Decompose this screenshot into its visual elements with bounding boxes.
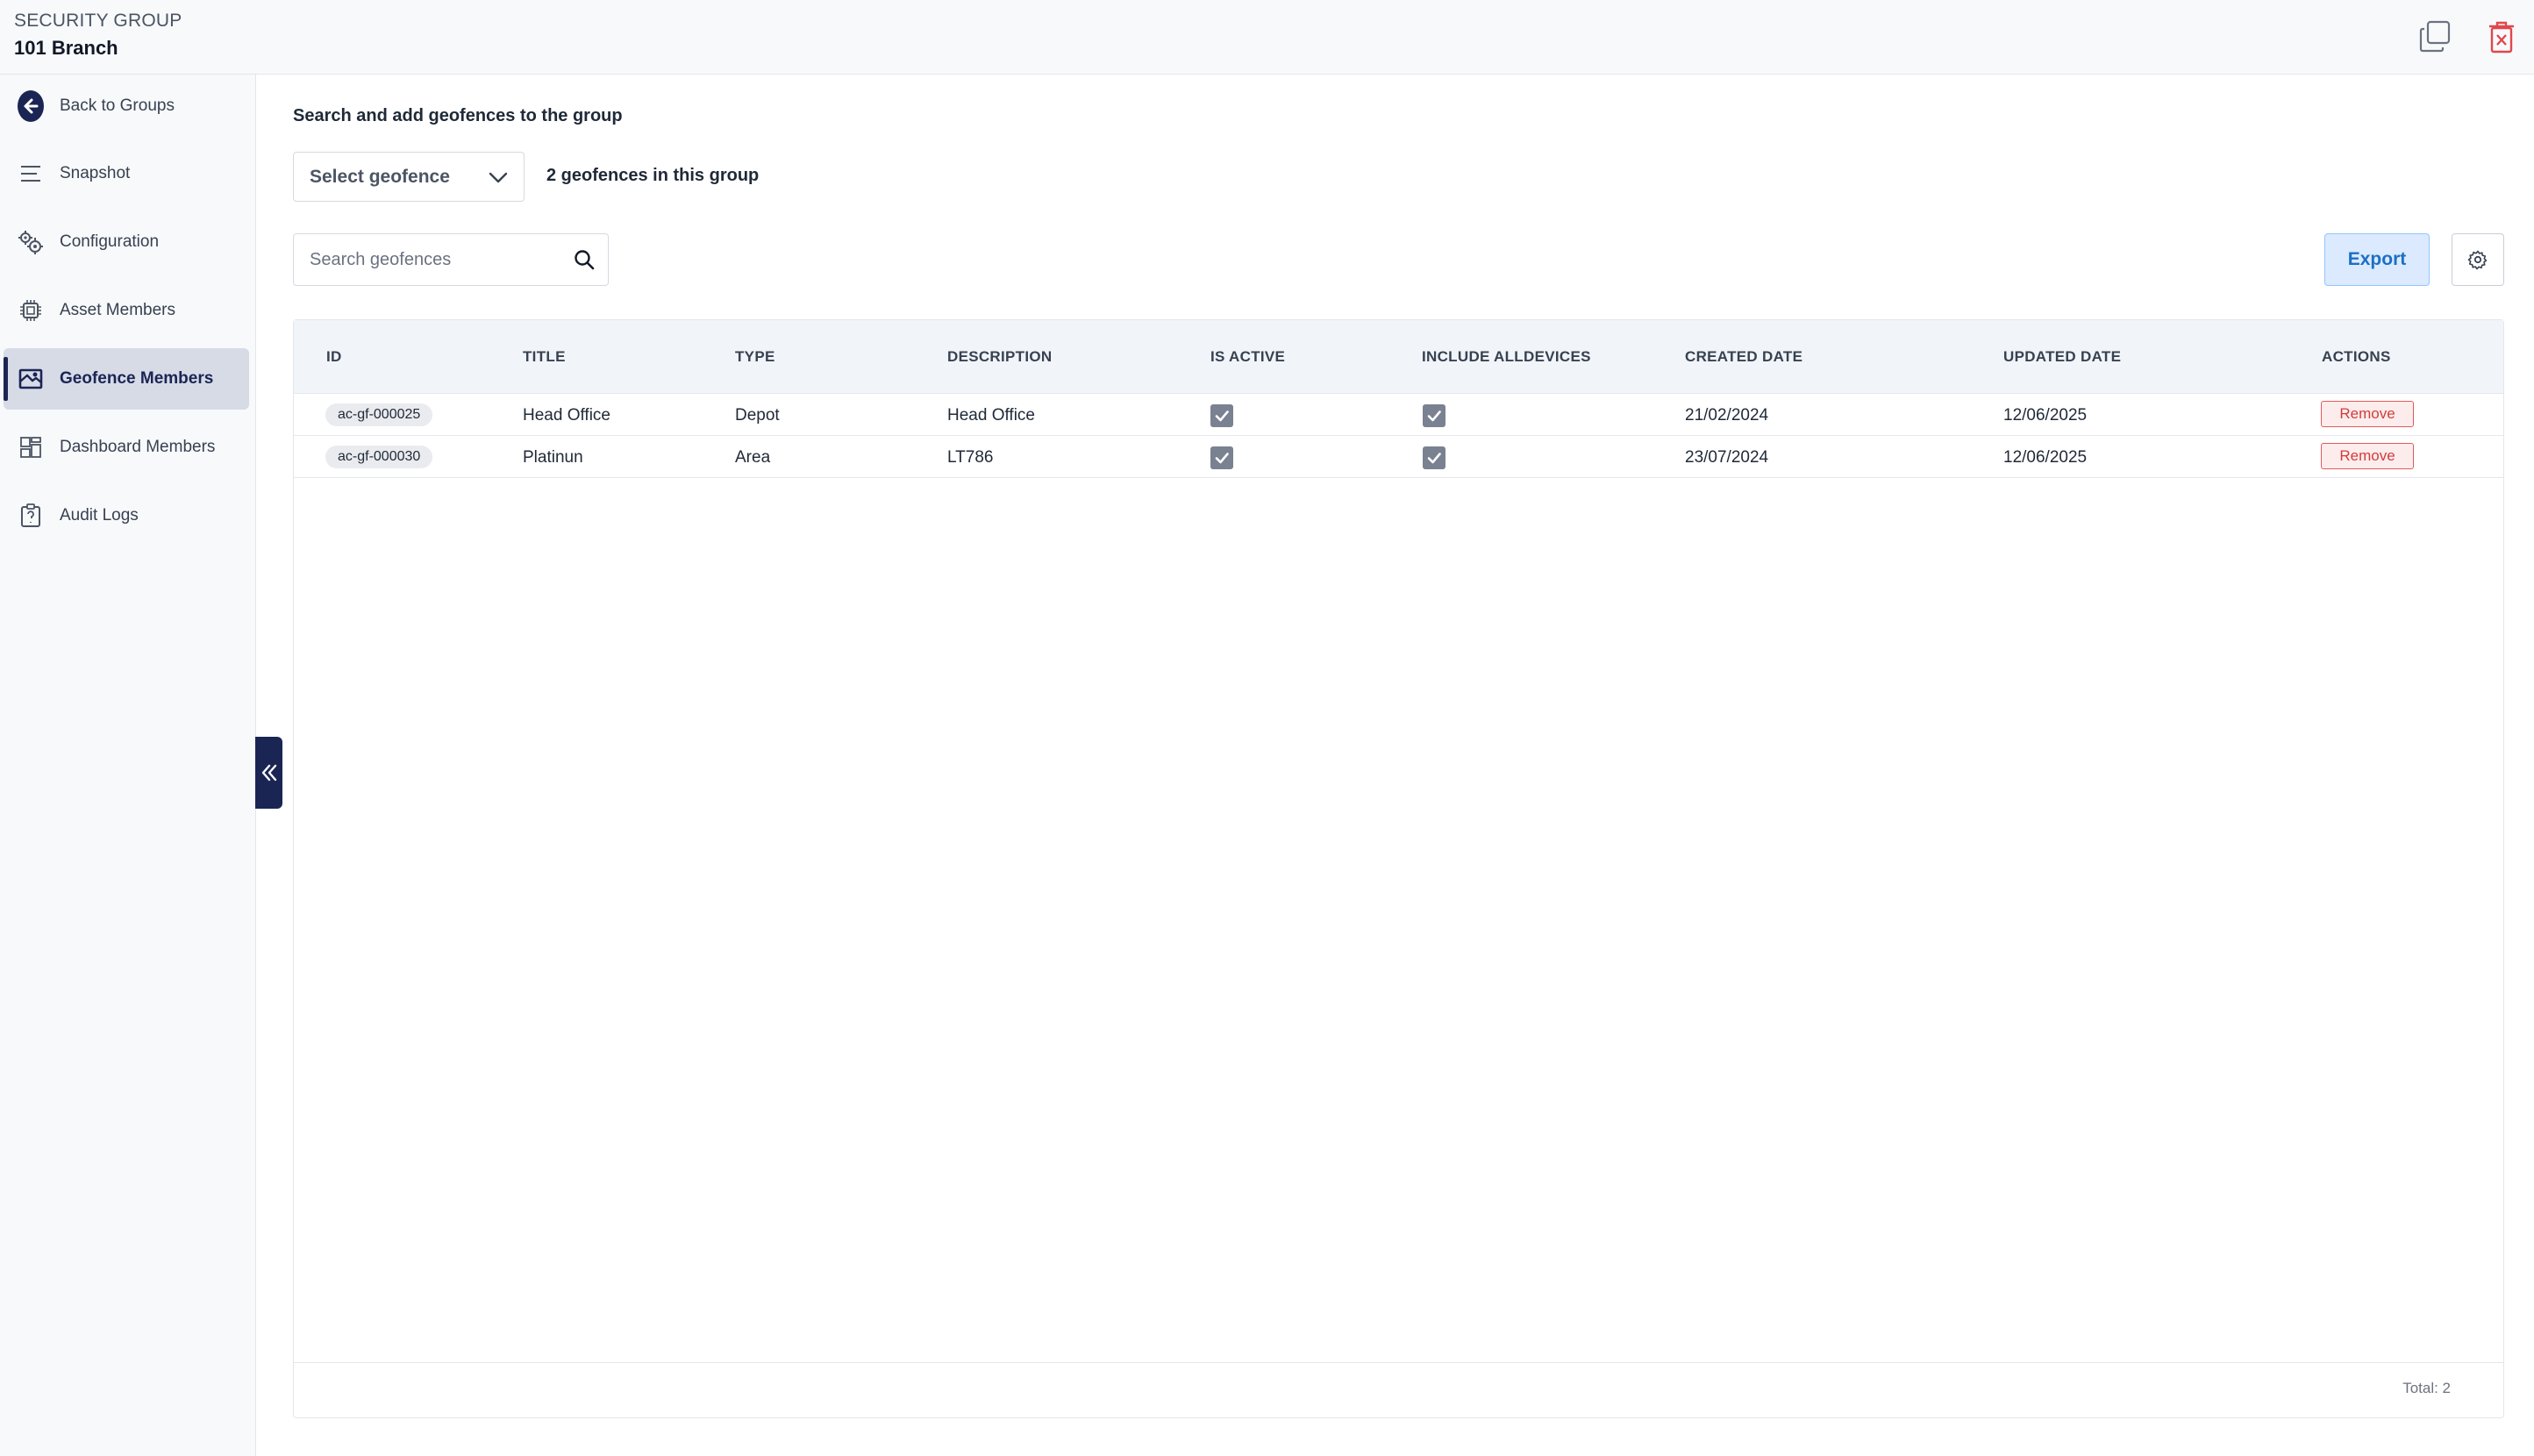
export-button[interactable]: Export: [2324, 233, 2430, 286]
page-title: 101 Branch: [14, 37, 118, 59]
dashboard-icon: [18, 434, 44, 460]
geofence-id-badge: ac-gf-000025: [325, 403, 433, 426]
remove-button[interactable]: Remove: [2321, 401, 2414, 427]
sidebar: Back to Groups Snapshot Configuration As…: [0, 75, 256, 1456]
column-header-include-alldevices[interactable]: INCLUDE ALLDEVICES: [1422, 348, 1591, 366]
geofence-select[interactable]: Select geofence: [293, 152, 525, 202]
sidebar-item-configuration[interactable]: Configuration: [4, 211, 249, 273]
is-active-checkbox[interactable]: [1210, 446, 1233, 469]
cell-title: Platinun: [523, 448, 583, 467]
geofence-table: ID TITLE TYPE DESCRIPTION IS ACTIVE INCL…: [293, 319, 2504, 1418]
geofence-id-badge: ac-gf-000030: [325, 446, 433, 468]
sidebar-item-geofence-members[interactable]: Geofence Members: [4, 348, 249, 410]
geofence-select-label: Select geofence: [310, 166, 450, 187]
column-header-updated-date[interactable]: UPDATED DATE: [2003, 348, 2121, 366]
sidebar-item-audit-logs[interactable]: Audit Logs: [4, 485, 249, 546]
page-header: SECURITY GROUP 101 Branch: [0, 0, 2534, 75]
cell-type: Area: [735, 448, 771, 467]
sidebar-item-asset-members[interactable]: Asset Members: [4, 280, 249, 341]
checkmark-icon: [1427, 453, 1441, 464]
delete-group-button[interactable]: [2480, 16, 2523, 58]
column-header-actions: ACTIONS: [2322, 348, 2391, 365]
header-kicker: SECURITY GROUP: [14, 11, 182, 31]
column-header-created-date[interactable]: CREATED DATE: [1685, 348, 1802, 366]
cell-updated-date: 12/06/2025: [2003, 448, 2088, 467]
table-settings-button[interactable]: [2452, 233, 2504, 286]
back-to-groups-label: Back to Groups: [60, 96, 175, 115]
cell-created-date: 21/02/2024: [1685, 406, 1769, 425]
column-header-is-active[interactable]: IS ACTIVE: [1210, 348, 1285, 366]
sidebar-item-label: Snapshot: [60, 164, 131, 182]
geofence-count: 2 geofences in this group: [546, 166, 760, 185]
checkmark-icon: [1215, 410, 1229, 422]
remove-button[interactable]: Remove: [2321, 443, 2414, 469]
collapse-sidebar-button[interactable]: [255, 737, 282, 809]
is-active-checkbox[interactable]: [1210, 404, 1233, 427]
back-to-groups-link[interactable]: Back to Groups: [4, 75, 249, 137]
duplicate-button[interactable]: [2414, 16, 2456, 58]
checkmark-icon: [1427, 410, 1441, 422]
cell-created-date: 23/07/2024: [1685, 448, 1769, 467]
column-header-id[interactable]: ID: [326, 348, 342, 366]
sidebar-item-snapshot[interactable]: Snapshot: [4, 143, 249, 204]
section-title: Search and add geofences to the group: [293, 106, 623, 125]
include-alldevices-checkbox[interactable]: [1423, 404, 1445, 427]
search-box: [293, 233, 609, 286]
column-header-type[interactable]: TYPE: [735, 348, 775, 366]
table-header: ID TITLE TYPE DESCRIPTION IS ACTIVE INCL…: [294, 320, 2503, 394]
chevron-down-icon: [489, 172, 508, 183]
clipboard-icon: [18, 503, 44, 529]
cell-title: Head Office: [523, 406, 610, 425]
column-header-title[interactable]: TITLE: [523, 348, 566, 366]
double-chevron-left-icon: [261, 764, 276, 782]
search-input[interactable]: [294, 234, 557, 285]
arrow-left-icon: [18, 90, 44, 122]
trash-icon: [2489, 21, 2514, 54]
table-row[interactable]: ac-gf-000030 Platinun Area LT786 23/07/2…: [294, 436, 2503, 478]
sidebar-item-label: Asset Members: [60, 301, 175, 319]
checkmark-icon: [1215, 453, 1229, 464]
table-row[interactable]: ac-gf-000025 Head Office Depot Head Offi…: [294, 394, 2503, 436]
sidebar-item-dashboard-members[interactable]: Dashboard Members: [4, 417, 249, 478]
sidebar-item-label: Geofence Members: [60, 369, 214, 388]
cell-description: Head Office: [947, 406, 1035, 425]
copy-icon: [2419, 20, 2451, 53]
column-header-description[interactable]: DESCRIPTION: [947, 348, 1052, 366]
table-footer-divider: [294, 1362, 2503, 1363]
list-icon: [18, 161, 44, 187]
search-icon[interactable]: [573, 248, 596, 271]
cell-description: LT786: [947, 448, 994, 467]
map-icon: [18, 366, 44, 392]
sidebar-item-label: Audit Logs: [60, 506, 139, 525]
table-total: Total: 2: [2402, 1380, 2451, 1396]
sidebar-item-label: Dashboard Members: [60, 438, 216, 456]
include-alldevices-checkbox[interactable]: [1423, 446, 1445, 469]
chip-icon: [18, 297, 44, 324]
gear-icon: [2467, 250, 2488, 270]
sidebar-item-label: Configuration: [60, 232, 160, 251]
gears-icon: [18, 229, 44, 255]
cell-type: Depot: [735, 406, 780, 425]
cell-updated-date: 12/06/2025: [2003, 406, 2088, 425]
